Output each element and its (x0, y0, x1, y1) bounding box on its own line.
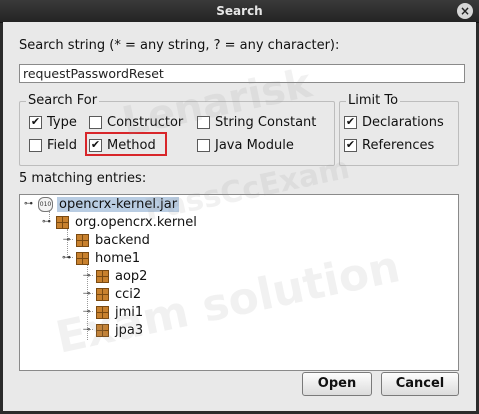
collapsed-toggle-icon[interactable]: ⊸ (82, 326, 91, 335)
expand-toggle-icon[interactable]: ⊶ (24, 200, 33, 209)
checkbox-constructor[interactable]: Constructor (89, 115, 183, 130)
collapsed-toggle-icon[interactable]: ⊸ (82, 272, 91, 281)
checkbox-checked-icon (29, 116, 42, 129)
expand-toggle-icon[interactable]: ⊶ (42, 218, 51, 227)
tree-node-home1-label: home1 (95, 251, 141, 266)
limit-to-title: Limit To (346, 93, 401, 108)
method-highlight-box (85, 132, 167, 156)
checkbox-unchecked-icon (197, 139, 210, 152)
tree-node-jar-label: opencrx-kernel.jar (57, 197, 180, 212)
search-for-title: Search For (26, 93, 100, 108)
checkbox-references-label: References (362, 138, 435, 153)
tree-node-jar[interactable]: ⊶ 010 opencrx-kernel.jar (24, 197, 180, 212)
checkbox-declarations[interactable]: Declarations (344, 115, 444, 130)
tree-node-cci2[interactable]: ⊸ cci2 (82, 287, 141, 302)
checkbox-declarations-label: Declarations (362, 115, 444, 130)
package-icon (96, 270, 109, 283)
package-icon (96, 324, 109, 337)
tree-node-jpa3[interactable]: ⊸ jpa3 (82, 323, 143, 338)
checkbox-java-module-label: Java Module (215, 138, 294, 153)
tree-node-home1[interactable]: ⊶ home1 (62, 251, 140, 266)
checkbox-unchecked-icon (89, 116, 102, 129)
cancel-button[interactable]: Cancel (381, 372, 459, 396)
collapsed-toggle-icon[interactable]: ⊸ (62, 236, 71, 245)
results-count-label: 5 matching entries: (19, 171, 147, 186)
checkbox-references[interactable]: References (344, 138, 434, 153)
checkbox-constructor-label: Constructor (107, 115, 184, 130)
checkbox-type[interactable]: Type (29, 115, 77, 130)
package-icon (56, 216, 69, 229)
expand-toggle-icon[interactable]: ⊶ (62, 254, 71, 263)
tree-node-cci2-label: cci2 (115, 287, 142, 302)
close-button[interactable]: × (457, 3, 473, 19)
jar-icon: 010 (38, 197, 53, 212)
collapsed-toggle-icon[interactable]: ⊸ (82, 290, 91, 299)
checkbox-field-label: Field (47, 138, 78, 153)
package-icon (76, 234, 89, 247)
tree-node-aop2[interactable]: ⊸ aop2 (82, 269, 148, 284)
window-title: Search (216, 4, 263, 18)
search-for-group: Search For (19, 93, 335, 166)
checkbox-java-module[interactable]: Java Module (197, 138, 294, 153)
open-button[interactable]: Open (302, 372, 372, 396)
checkbox-string-constant[interactable]: String Constant (197, 115, 316, 130)
tree-node-aop2-label: aop2 (115, 269, 148, 284)
tree-node-backend[interactable]: ⊸ backend (62, 233, 150, 248)
close-icon: × (459, 4, 471, 18)
search-string-label: Search string (* = any string, ? = any c… (19, 38, 340, 53)
checkbox-string-constant-label: String Constant (215, 115, 317, 130)
checkbox-checked-icon (344, 139, 357, 152)
limit-to-group: Limit To (339, 93, 459, 166)
tree-node-jpa3-label: jpa3 (115, 323, 144, 338)
checkbox-type-label: Type (47, 115, 77, 130)
checkbox-unchecked-icon (29, 139, 42, 152)
tree-node-jmi1[interactable]: ⊸ jmi1 (82, 305, 143, 320)
tree-node-jmi1-label: jmi1 (115, 305, 144, 320)
package-icon (96, 306, 109, 319)
search-string-input[interactable] (19, 64, 465, 83)
checkbox-checked-icon (344, 116, 357, 129)
search-dialog: Search string (* = any string, ? = any c… (3, 22, 476, 411)
title-bar: Search × (0, 0, 479, 23)
collapsed-toggle-icon[interactable]: ⊸ (82, 308, 91, 317)
results-tree[interactable]: ⊶ 010 opencrx-kernel.jar ⊶ org.opencrx.k… (19, 194, 459, 371)
tree-node-backend-label: backend (95, 233, 150, 248)
checkbox-field[interactable]: Field (29, 138, 77, 153)
package-icon (76, 252, 89, 265)
tree-node-package[interactable]: ⊶ org.opencrx.kernel (42, 215, 197, 230)
checkbox-unchecked-icon (197, 116, 210, 129)
package-icon (96, 288, 109, 301)
tree-node-package-label: org.opencrx.kernel (75, 215, 197, 230)
